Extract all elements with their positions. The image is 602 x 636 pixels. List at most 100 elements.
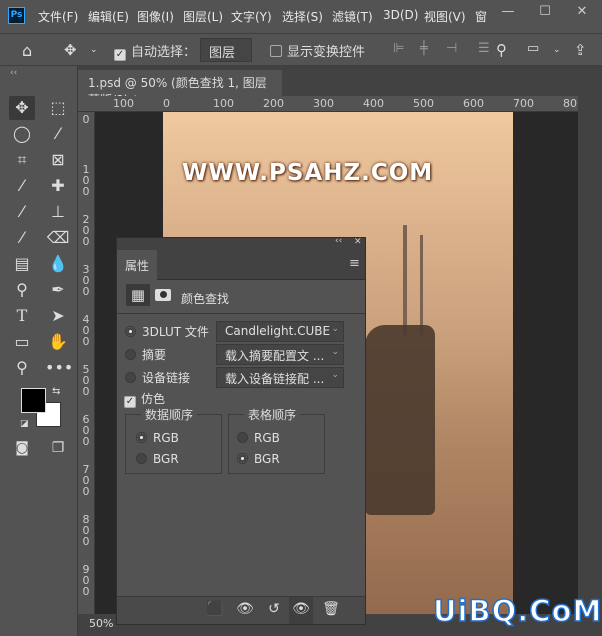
device-link-dropdown[interactable]: 载入设备链接配 ... ⌄	[216, 367, 344, 388]
maximize-button[interactable]: ☐	[530, 4, 560, 26]
ruler-tick-label: 8 0 0	[82, 513, 90, 548]
data-order-rgb[interactable]: RGB	[136, 431, 179, 445]
trash-icon[interactable]: 🗑	[319, 601, 343, 617]
group-title: 表格顺序	[244, 406, 301, 423]
menu-filter[interactable]: 滤镜(T)	[332, 8, 373, 25]
mask-icon[interactable]	[155, 289, 171, 301]
move-tool-icon[interactable]: ✥	[64, 41, 77, 59]
radio-icon	[237, 453, 248, 464]
toggle-visibility-icon[interactable]: 👁	[289, 597, 313, 624]
chimney	[403, 225, 407, 335]
gradient-tool-icon[interactable]: ▤	[9, 252, 35, 276]
align-center-icon[interactable]: ╪	[420, 41, 428, 56]
healing-brush-icon[interactable]: ✚	[45, 174, 71, 198]
panel-menu-icon[interactable]: ≡	[349, 256, 360, 271]
document-tab[interactable]: 1.psd @ 50% (颜色查找 1, 图层蒙版/8) * ×	[78, 70, 282, 107]
share-icon[interactable]: ⇪	[574, 41, 587, 59]
radio-device-link[interactable]: 设备链接	[125, 369, 190, 386]
screen-mode-icon[interactable]: ❐	[45, 436, 71, 460]
clip-to-layer-icon[interactable]: ⬛	[203, 601, 227, 617]
home-icon[interactable]: ⌂	[22, 41, 32, 60]
align-left-icon[interactable]: ⊫	[393, 41, 404, 56]
quick-mask-icon[interactable]: ◙	[9, 436, 35, 460]
pen-tool-icon[interactable]: ✒	[45, 278, 71, 302]
checkbox-icon	[270, 45, 282, 57]
minimize-button[interactable]: —	[493, 4, 523, 26]
eyedropper-icon[interactable]: ⁄	[9, 174, 35, 198]
more-tools-icon[interactable]: •••	[45, 356, 73, 380]
radio-abstract[interactable]: 摘要	[125, 346, 166, 363]
corner-watermark: UiBQ.CoM	[432, 593, 602, 629]
history-brush-icon[interactable]: ⁄	[9, 226, 35, 250]
auto-select-checkbox[interactable]: ✓ 自动选择：	[114, 41, 196, 61]
data-order-bgr[interactable]: BGR	[136, 452, 179, 466]
menu-edit[interactable]: 编辑(E)	[88, 8, 129, 25]
menu-type[interactable]: 文字(Y)	[231, 8, 272, 25]
crop-tool-icon[interactable]: ⌗	[9, 148, 35, 172]
menu-view[interactable]: 视图(V)	[424, 8, 466, 25]
type-tool-icon[interactable]: T	[9, 304, 35, 328]
search-icon[interactable]: ⚲	[496, 41, 507, 59]
collapse-icon[interactable]: ‹‹	[10, 68, 17, 78]
panel-header[interactable]: ‹‹ ✕	[117, 236, 365, 250]
abstract-dropdown[interactable]: 载入摘要配置文 ... ⌄	[216, 344, 344, 365]
menu-layer[interactable]: 图层(L)	[183, 8, 223, 25]
move-tool-icon[interactable]: ✥	[9, 96, 35, 120]
chevron-down-icon[interactable]: ⌄	[553, 45, 561, 55]
check-icon: ✓	[124, 396, 136, 408]
zoom-tool-icon[interactable]: ⚲	[9, 356, 35, 380]
brush-tool-icon[interactable]: ⁄	[9, 200, 35, 224]
3dlut-dropdown[interactable]: Candlelight.CUBE ⌄	[216, 321, 344, 342]
ruler-tick-label: 6 0 0	[82, 413, 90, 448]
foreground-color-swatch[interactable]	[21, 388, 46, 413]
show-transform-checkbox[interactable]: 显示变换控件	[270, 41, 365, 60]
dodge-tool-icon[interactable]: ⚲	[9, 278, 35, 302]
path-select-icon[interactable]: ➤	[45, 304, 71, 328]
table-order-rgb[interactable]: RGB	[237, 431, 280, 445]
hand-tool-icon[interactable]: ✋	[45, 330, 71, 354]
radio-icon	[125, 326, 136, 337]
top-ruler: 100 0 100 200 300 400 500 600 700 80	[78, 96, 578, 112]
menu-3d[interactable]: 3D(D)	[383, 8, 418, 22]
menu-select[interactable]: 选择(S)	[282, 8, 323, 25]
ruler-tick-label: 0	[163, 97, 170, 110]
data-order-group: 数据顺序 RGB BGR	[125, 406, 222, 474]
show-transform-label: 显示变换控件	[287, 45, 366, 60]
ruler-tick-label: 100	[213, 97, 234, 110]
align-right-icon[interactable]: ⊣	[446, 41, 457, 56]
collapse-panel-icon[interactable]: ‹‹	[335, 236, 342, 246]
close-panel-icon[interactable]: ✕	[354, 237, 362, 247]
panel-title: 颜色查找	[181, 292, 230, 306]
ruler-tick-label: 300	[313, 97, 334, 110]
distribute-icon[interactable]: ☰	[478, 41, 490, 56]
swap-colors-icon[interactable]: ⇆	[52, 386, 60, 397]
view-previous-state-icon[interactable]: 👁	[233, 601, 257, 617]
eraser-icon[interactable]: ⌫	[45, 226, 71, 250]
frame-tool-icon[interactable]: ⊠	[45, 148, 71, 172]
vertical-scrollbar[interactable]	[578, 96, 602, 614]
marquee-tool-icon[interactable]: ⬚	[45, 96, 71, 120]
blur-tool-icon[interactable]: 💧	[45, 252, 71, 276]
rectangle-tool-icon[interactable]: ▭	[9, 330, 35, 354]
menu-image[interactable]: 图像(I)	[137, 8, 174, 25]
chevron-down-icon[interactable]: ⌄	[90, 45, 98, 55]
lasso-tool-icon[interactable]: ◯	[9, 122, 35, 146]
ruler-tick-label: 600	[463, 97, 484, 110]
panel-tabs: 属性 ≡	[117, 250, 365, 280]
tab-properties[interactable]: 属性	[117, 250, 157, 280]
radio-icon	[136, 453, 147, 464]
default-colors-icon[interactable]: ◪	[20, 419, 29, 429]
close-button[interactable]: ✕	[567, 4, 597, 26]
reset-icon[interactable]: ↺	[262, 601, 286, 617]
adjustment-icon[interactable]: ▦	[126, 284, 150, 306]
ruler-tick-label: 100	[113, 97, 134, 110]
radio-3dlut[interactable]: 3DLUT 文件	[125, 323, 209, 340]
table-order-bgr[interactable]: BGR	[237, 452, 280, 466]
menu-file[interactable]: 文件(F)	[38, 8, 78, 25]
workspace-icon[interactable]: ▭	[527, 41, 539, 56]
auto-select-dropdown[interactable]: 图层 ⌄	[200, 38, 252, 75]
magic-wand-icon[interactable]: ⁄	[45, 122, 71, 146]
zoom-level[interactable]: 50%	[89, 617, 113, 630]
stamp-tool-icon[interactable]: ⊥	[45, 200, 71, 224]
menu-window[interactable]: 窗	[475, 8, 487, 25]
